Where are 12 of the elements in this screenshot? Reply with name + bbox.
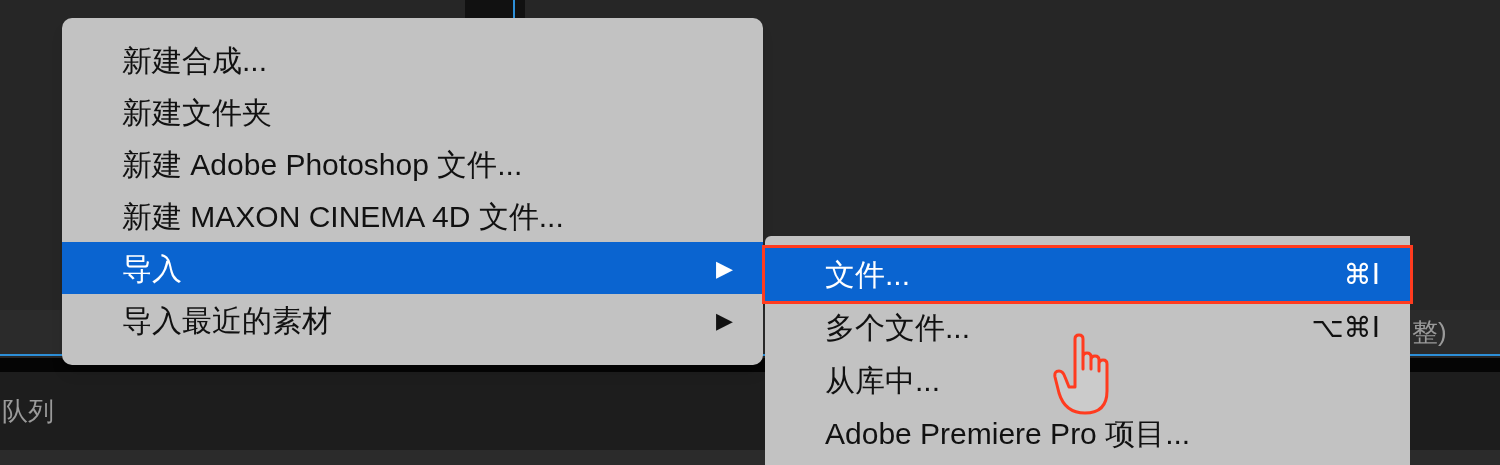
- menu-item[interactable]: 新建 Adobe Photoshop 文件...: [62, 138, 763, 190]
- menu-item[interactable]: 多个文件... ⌥⌘I: [765, 301, 1410, 354]
- menu-item[interactable]: 文件... ⌘I: [765, 248, 1410, 301]
- menu-item[interactable]: 新建合成...: [62, 34, 763, 86]
- menu-item[interactable]: Adobe Premiere Pro 项目...: [765, 407, 1410, 460]
- menu-item[interactable]: 导入 ▶: [62, 242, 763, 294]
- status-text: 整): [1412, 316, 1447, 349]
- menu-item[interactable]: 新建文件夹: [62, 86, 763, 138]
- menu-item[interactable]: 新建 MAXON CINEMA 4D 文件...: [62, 190, 763, 242]
- menu-item[interactable]: 导入最近的素材 ▶: [62, 294, 763, 346]
- menu-item[interactable]: 从库中...: [765, 354, 1410, 407]
- panel-tab[interactable]: 队列: [2, 391, 54, 431]
